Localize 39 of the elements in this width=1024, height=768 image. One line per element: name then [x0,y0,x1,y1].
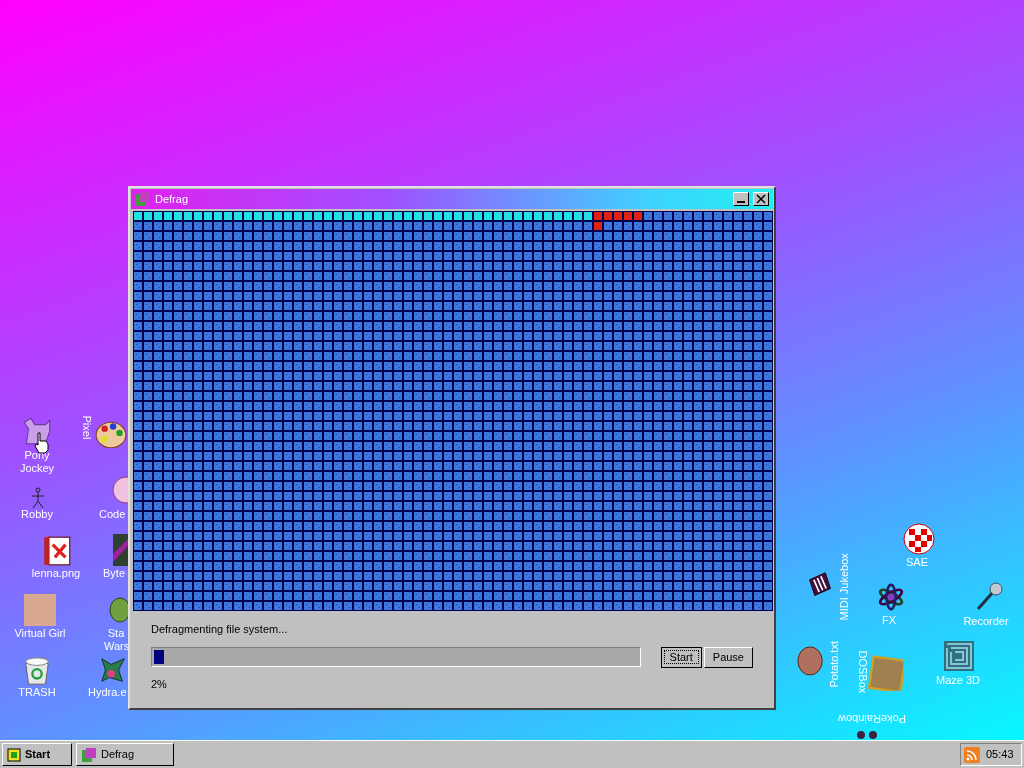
task-button[interactable]: Defrag [76,743,174,766]
icon-label[interactable]: Virtual Girl [5,627,75,640]
icon-label[interactable]: MIDI Jukebox [837,552,851,621]
potato-icon [796,643,826,677]
rss-icon[interactable] [964,746,980,763]
icon-label[interactable]: Robby [14,508,60,521]
checkered-ball-icon [903,523,935,555]
clock: 05:43 [986,747,1014,763]
icon-label[interactable]: TRASH [12,686,62,699]
minimize-button[interactable] [733,192,749,206]
icon-label[interactable]: Hydra.e [88,686,128,699]
icon-label[interactable]: lenna.png [24,567,88,580]
photo-placeholder [24,594,56,626]
icon-label[interactable]: Pixel [79,415,93,448]
icon-label[interactable]: Pony Jockey [14,449,60,475]
action-button[interactable]: Pause [703,646,753,668]
icon-label[interactable]: Sta Wars [104,627,128,653]
stick-figure-icon [30,487,46,509]
icon-label[interactable]: DOSBox [855,650,869,695]
abstract-image-icon [113,534,128,566]
app-icon [135,191,151,207]
close-button[interactable] [753,192,769,206]
maze-icon [943,640,975,672]
icon-label[interactable]: Potato.txt [827,631,841,688]
icon-label[interactable]: Recorder [956,615,1016,628]
window-title: Defrag [155,191,190,207]
icon-label[interactable]: SAE [897,556,937,569]
start-logo-icon [6,746,22,763]
box-icon [868,655,904,691]
icon-label[interactable]: FX [874,614,904,627]
app-icon [81,746,97,763]
action-button[interactable]: Start [660,646,702,668]
progress-reading: 2% [151,676,168,692]
icon-label[interactable]: Code [99,508,128,521]
atom-icon [876,583,906,611]
recycle-bin-icon [22,655,52,687]
start-button[interactable]: Start [2,743,72,766]
status-text: Defragmenting file system... [151,622,289,637]
icon-label[interactable]: Byte [103,567,128,580]
